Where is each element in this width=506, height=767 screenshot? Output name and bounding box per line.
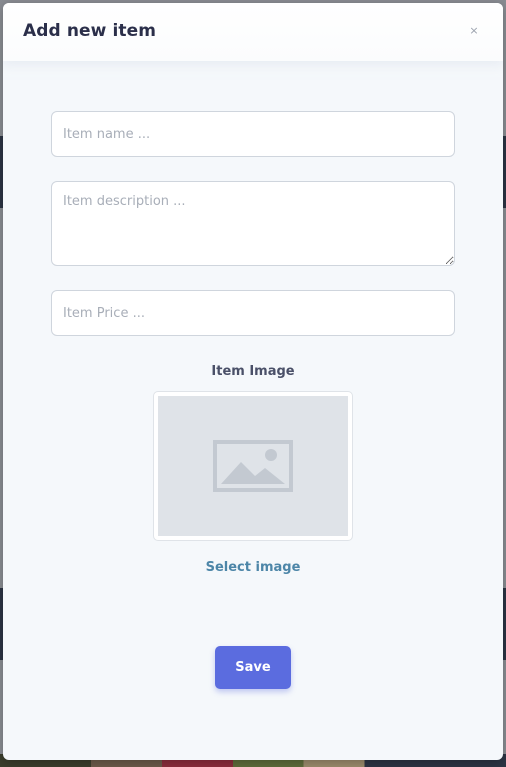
item-description-input[interactable]	[51, 181, 455, 266]
item-price-input[interactable]	[51, 290, 455, 336]
modal-header: Add new item ×	[3, 3, 503, 61]
image-preview[interactable]	[153, 391, 353, 541]
item-name-input[interactable]	[51, 111, 455, 157]
save-button[interactable]: Save	[215, 646, 291, 689]
image-preview-area	[158, 396, 348, 536]
item-image-label: Item Image	[211, 364, 295, 379]
modal-title: Add new item	[23, 21, 157, 41]
close-icon[interactable]: ×	[468, 25, 480, 37]
image-placeholder-icon	[213, 440, 293, 492]
add-item-modal: Add new item × Item Image Select image S…	[3, 3, 503, 760]
select-image-link[interactable]: Select image	[3, 560, 503, 575]
